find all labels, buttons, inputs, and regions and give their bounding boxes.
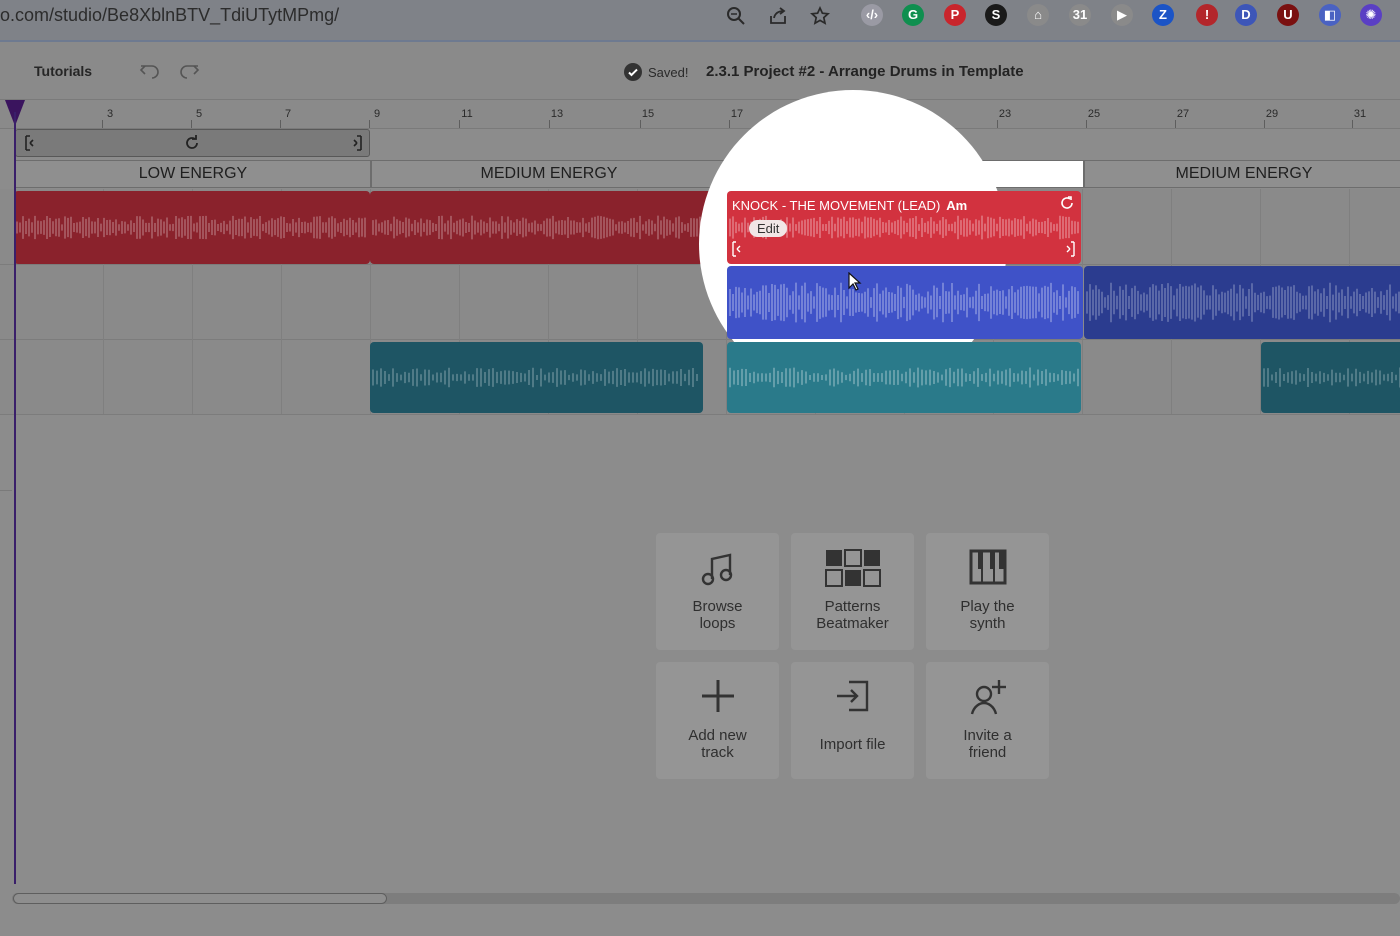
drums-clip[interactable]: [370, 342, 703, 413]
ruler-tick-label: 23: [998, 108, 1012, 120]
save-status: Saved!: [624, 63, 688, 81]
ruler-tick-label: 15: [641, 108, 655, 120]
import-file-button[interactable]: Import file: [791, 662, 914, 779]
track-divider: [0, 414, 1400, 415]
waveform: [1263, 367, 1400, 388]
ruler-tick-label: 3: [106, 108, 114, 120]
browser-toolbar: o.com/studio/Be8XblnBTV_TdiUTytMPmg/ ‹/›…: [0, 0, 1400, 42]
check-circle-icon: [624, 63, 642, 81]
bolt-extension-icon[interactable]: S: [985, 4, 1007, 26]
clip-end-handle-icon[interactable]: [1062, 241, 1076, 257]
music-note-icon: [701, 553, 732, 586]
ruler-tick: [1352, 120, 1353, 128]
section-low-energy[interactable]: LOW ENERGY: [15, 160, 371, 188]
waveform: [16, 215, 366, 240]
ruler-tick: [1175, 120, 1176, 128]
loop-region[interactable]: [15, 129, 370, 157]
d-extension-icon[interactable]: D: [1235, 4, 1257, 26]
saved-label: Saved!: [648, 64, 689, 80]
bass-clip-highlighted[interactable]: [727, 266, 1083, 339]
chair-extension-icon[interactable]: ⌂: [1027, 4, 1049, 26]
play-synth-button[interactable]: Play the synth: [926, 533, 1049, 650]
ruler-tick: [640, 120, 641, 128]
ruler-tick-label: 9: [373, 108, 381, 120]
redo-icon[interactable]: [178, 60, 200, 82]
waveform: [729, 282, 1079, 323]
patterns-beatmaker-button[interactable]: Patterns Beatmaker: [791, 533, 914, 650]
ruler-tick-label: 27: [1176, 108, 1190, 120]
divider: [0, 414, 12, 491]
waveform: [372, 215, 722, 240]
ruler-tick-label: 11: [461, 108, 473, 120]
ruler-tick-label: 29: [1265, 108, 1279, 120]
playhead-line[interactable]: [14, 112, 16, 884]
section-medium-energy-1[interactable]: MEDIUM ENERGY: [371, 160, 727, 188]
ruler-tick-label: 13: [550, 108, 564, 120]
alert-extension-icon[interactable]: !: [1196, 4, 1218, 26]
pads-grid-icon: [824, 549, 881, 587]
zoom-icon[interactable]: [726, 6, 746, 26]
refresh-icon[interactable]: [1059, 195, 1075, 211]
clip-start-handle-icon[interactable]: [731, 241, 745, 257]
share-icon[interactable]: [768, 6, 788, 26]
grammarly-extension-icon[interactable]: G: [902, 4, 924, 26]
ruler-tick: [1086, 120, 1087, 128]
plus-icon: [701, 680, 734, 712]
ruler-tick: [369, 120, 370, 128]
edit-button[interactable]: Edit: [749, 220, 788, 237]
bass-clip[interactable]: [1084, 266, 1400, 339]
ruler-tick: [729, 120, 730, 128]
sidebar-extension-icon[interactable]: ◧: [1319, 4, 1341, 26]
lead-clip[interactable]: [370, 191, 726, 264]
waveform: [372, 367, 698, 388]
calendar-extension-icon[interactable]: 31: [1069, 4, 1091, 26]
timeline-ruler[interactable]: [0, 100, 1400, 129]
devtools-extension-icon[interactable]: ‹/›: [861, 4, 883, 26]
ruler-tick: [102, 120, 103, 128]
ublock-extension-icon[interactable]: U: [1277, 4, 1299, 26]
horizontal-scrollbar-thumb[interactable]: [13, 893, 387, 904]
ruler-tick: [1264, 120, 1265, 128]
clip-title: KNOCK - THE MOVEMENT (LEAD) Am: [732, 198, 968, 213]
zoom-extension-icon[interactable]: Z: [1152, 4, 1174, 26]
project-title: 2.3.1 Project #2 - Arrange Drums in Temp…: [706, 63, 1024, 80]
drums-clip-highlighted[interactable]: [727, 342, 1081, 413]
address-bar[interactable]: o.com/studio/Be8XblnBTV_TdiUTytMPmg/: [0, 5, 339, 26]
ruler-tick: [549, 120, 550, 128]
ruler-tick: [280, 120, 281, 128]
loop-end-handle-icon[interactable]: [347, 134, 365, 152]
piano-keys-icon: [969, 549, 1006, 585]
loop-toggle-icon[interactable]: [183, 134, 201, 152]
video-extension-icon[interactable]: ▶: [1111, 4, 1133, 26]
invite-friend-button[interactable]: Invite a friend: [926, 662, 1049, 779]
star-icon[interactable]: [810, 6, 830, 26]
browse-loops-button[interactable]: Browse loops: [656, 533, 779, 650]
section-medium-energy-2[interactable]: MEDIUM ENERGY: [1084, 160, 1400, 188]
waveform: [1086, 282, 1400, 323]
ruler-tick-label: 7: [284, 108, 292, 120]
pinterest-extension-icon[interactable]: P: [944, 4, 966, 26]
tutorials-button[interactable]: Tutorials: [34, 63, 92, 79]
lead-clip-highlighted[interactable]: KNOCK - THE MOVEMENT (LEAD) Am Edit: [727, 191, 1081, 264]
invite-user-icon: [970, 680, 1006, 715]
drums-clip[interactable]: [1261, 342, 1400, 413]
ruler-tick: [459, 120, 460, 128]
undo-icon[interactable]: [139, 60, 161, 82]
add-new-track-button[interactable]: Add new track: [656, 662, 779, 779]
mouse-cursor-icon: [848, 272, 862, 291]
loop-start-handle-icon[interactable]: [22, 134, 40, 152]
ruler-tick-label: 31: [1353, 108, 1367, 120]
lead-clip[interactable]: [14, 191, 370, 264]
ruler-tick: [997, 120, 998, 128]
ruler-tick: [191, 120, 192, 128]
puzzle-extension-icon[interactable]: ✺: [1360, 4, 1382, 26]
app-header: Tutorials Saved! 2.3.1 Project #2 - Arra…: [0, 42, 1400, 100]
ruler-tick-label: 17: [730, 108, 744, 120]
ruler-tick-label: 5: [195, 108, 203, 120]
track-divider: [0, 339, 1400, 340]
waveform: [729, 367, 1079, 388]
import-icon: [836, 680, 868, 712]
ruler-tick-label: 25: [1087, 108, 1101, 120]
